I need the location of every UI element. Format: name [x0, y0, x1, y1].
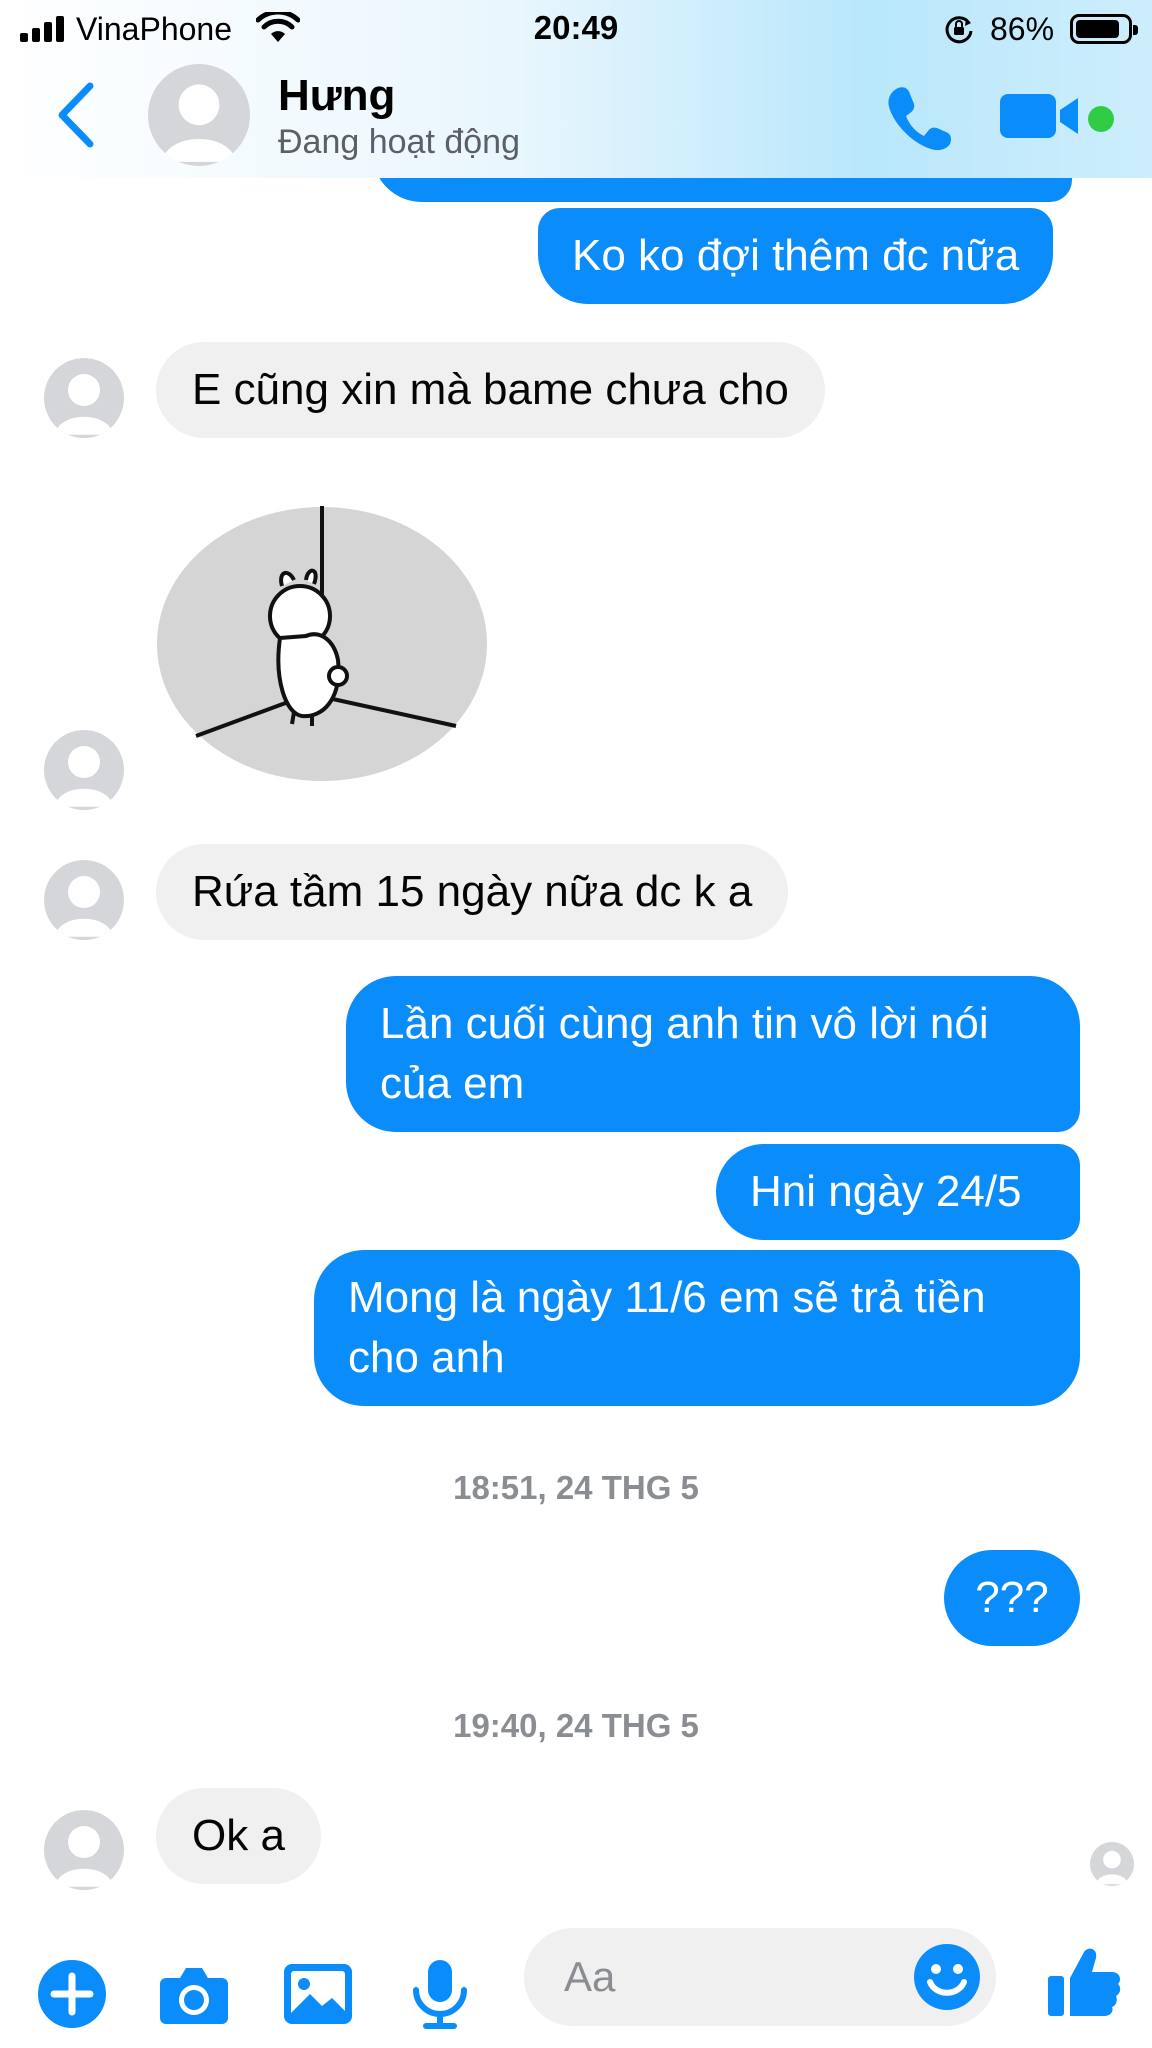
message-bubble-incoming[interactable]: Ok a — [156, 1788, 321, 1884]
avatar-placeholder-icon — [55, 1826, 113, 1887]
message-text-line: của em — [380, 1059, 525, 1108]
image-icon[interactable] — [282, 1958, 354, 2030]
bunny-hanging-sticker[interactable] — [156, 500, 488, 782]
timestamp: 18:51, 24 THG 5 — [453, 1469, 699, 1506]
battery-percent: 86% — [990, 11, 1055, 47]
avatar-placeholder-icon — [55, 876, 113, 937]
message-text: ??? — [975, 1573, 1049, 1622]
message-bubble-outgoing[interactable]: Lần cuối cùng anh tin vô lời nói của em — [346, 976, 1080, 1132]
avatar-placeholder-icon — [1096, 1850, 1128, 1885]
seen-indicator-avatar — [1090, 1842, 1134, 1886]
message-bubble-outgoing[interactable]: Hni ngày 24/5 — [716, 1144, 1080, 1240]
message-text: Ok a — [192, 1811, 285, 1860]
avatar-placeholder-icon — [55, 746, 113, 807]
video-camera-icon[interactable] — [1000, 88, 1082, 144]
back-chevron-icon[interactable] — [54, 80, 98, 150]
message-bubble-outgoing[interactable]: Mong là ngày 11/6 em sẽ trả tiền cho anh — [314, 1250, 1080, 1406]
thumbs-up-icon[interactable] — [1046, 1944, 1122, 2020]
contact-avatar-small[interactable] — [44, 730, 124, 810]
message-bubble-incoming[interactable]: Rứa tầm 15 ngày nữa dc k a — [156, 844, 789, 940]
contact-name[interactable]: Hưng — [278, 70, 395, 122]
orientation-lock-icon — [945, 16, 973, 44]
message-text: Hni ngày 24/5 — [750, 1167, 1022, 1216]
top-bar: VinaPhone 20:49 86% Hưng Đang hoạt động — [0, 0, 1152, 178]
message-text-line: cho anh — [348, 1333, 505, 1382]
message-text-line: Mong là ngày 11/6 em sẽ trả tiền — [348, 1273, 986, 1322]
plus-icon[interactable] — [36, 1958, 108, 2030]
message-bubble-incoming[interactable]: E cũng xin mà bame chưa cho — [156, 342, 825, 438]
message-text: Ko ko đợi thêm đc nữa — [572, 231, 1020, 280]
emoji-icon[interactable] — [912, 1942, 982, 2012]
contact-status: Đang hoạt động — [278, 123, 520, 161]
avatar-placeholder-icon — [162, 84, 236, 162]
message-text: E cũng xin mà bame chưa cho — [192, 365, 789, 414]
contact-avatar[interactable] — [148, 64, 250, 166]
message-bubble-outgoing[interactable]: Ko ko đợi thêm đc nữa — [538, 208, 1054, 304]
contact-avatar-small[interactable] — [44, 1810, 124, 1890]
phone-icon[interactable] — [884, 82, 954, 152]
clock: 20:49 — [533, 9, 619, 46]
status-bar: VinaPhone 20:49 86% — [0, 0, 1152, 58]
online-indicator — [1088, 106, 1114, 132]
camera-icon[interactable] — [158, 1958, 230, 2030]
message-bubble-outgoing[interactable]: ??? — [944, 1550, 1080, 1646]
microphone-icon[interactable] — [404, 1958, 476, 2030]
battery-icon — [1070, 14, 1138, 44]
avatar-placeholder-icon — [55, 374, 113, 435]
timestamp: 19:40, 24 THG 5 — [453, 1707, 699, 1744]
message-text-line: Lần cuối cùng anh tin vô lời nói — [380, 999, 989, 1048]
message-input-field[interactable] — [564, 1928, 904, 2026]
contact-avatar-small[interactable] — [44, 860, 124, 940]
message-input[interactable] — [524, 1928, 996, 2026]
message-text: Rứa tầm 15 ngày nữa dc k a — [192, 867, 753, 916]
contact-avatar-small[interactable] — [44, 358, 124, 438]
